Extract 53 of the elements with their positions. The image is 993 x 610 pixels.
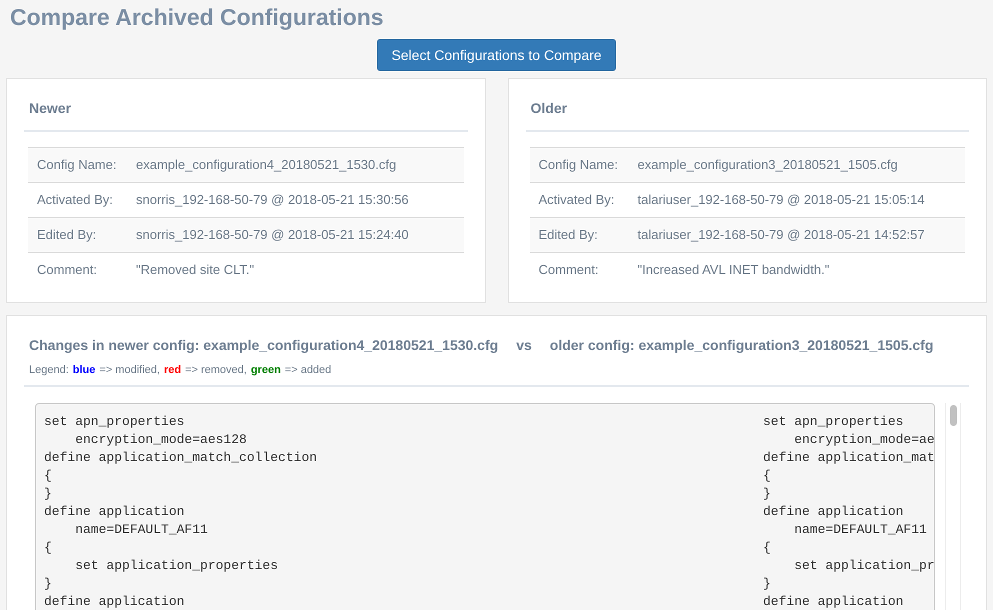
info-label: Comment:	[36, 261, 98, 280]
info-value: snorris_192-168-50-79 @ 2018-05-21 15:30:56	[136, 191, 409, 210]
code-line: }	[44, 576, 52, 591]
info-value: "Removed site CLT."	[136, 261, 254, 280]
code-line: define application_match_collection	[44, 450, 318, 465]
info-label: Edited By:	[538, 226, 599, 244]
info-value: "Increased AVL INET bandwidth."	[638, 261, 830, 280]
code-line: set application_properties	[74, 558, 278, 573]
versus-text: vs	[516, 336, 532, 354]
code-line: name=DEFAULT_AF11	[74, 522, 208, 537]
info-value: talariuser_192-168-50-79 @ 2018-05-21 14:52:57	[638, 226, 925, 244]
code-line: encryption_mode=aes128	[74, 432, 247, 447]
code-line: {	[44, 468, 52, 483]
legend-label: Legend:	[29, 363, 69, 377]
info-label: Activated By:	[36, 191, 114, 210]
legend-color-word: blue	[72, 363, 96, 377]
scrollbar-thumb[interactable]	[950, 405, 956, 426]
legend-color-word: green	[250, 363, 281, 377]
info-label: Edited By:	[36, 226, 98, 244]
code-line: {	[44, 540, 52, 555]
info-value: talariuser_192-168-50-79 @ 2018-05-21 15:05:14	[638, 191, 925, 210]
code-line: define application	[44, 594, 184, 609]
code-line: set apn_properties	[763, 414, 904, 429]
panel-heading: Older	[530, 99, 568, 118]
legend-color-word: red	[164, 363, 182, 377]
info-value: example_configuration4_20180521_1530.cfg	[136, 156, 396, 174]
code-line: encryption_mode=ae	[793, 432, 935, 447]
code-line: define application_mat	[763, 450, 935, 465]
code-line: {	[763, 468, 771, 483]
panel-heading: Newer	[29, 99, 72, 118]
info-label: Comment:	[538, 261, 600, 280]
code-line: }	[763, 576, 771, 591]
code-line: set apn_properties	[44, 414, 184, 429]
code-line: define application	[44, 504, 184, 519]
code-line: }	[763, 486, 771, 501]
info-value: snorris_192-168-50-79 @ 2018-05-21 15:24:40	[136, 226, 409, 244]
legend-meaning: => modified,	[99, 363, 160, 377]
code-line: }	[44, 486, 52, 501]
info-value: example_configuration3_20180521_1505.cfg	[638, 156, 898, 174]
code-line: define application	[763, 504, 904, 519]
code-line: name=DEFAULT_AF11	[793, 522, 927, 537]
select-configurations-button[interactable]: Select Configurations to Compare	[377, 39, 616, 71]
legend-meaning: => removed,	[185, 363, 247, 377]
newer-config-heading: Changes in newer config: example_configuration4_20180521_1530.cfg	[29, 336, 498, 354]
info-label: Config Name:	[36, 156, 118, 174]
info-label: Activated By:	[538, 191, 616, 210]
code-line: define application	[763, 594, 904, 609]
info-label: Config Name:	[538, 156, 619, 174]
legend-meaning: => added	[284, 363, 332, 377]
older-config-heading: older config: example_configuration3_20180521_1505.cfg	[550, 336, 934, 354]
page-title: Compare Archived Configurations	[9, 3, 384, 30]
code-line: set application_pr	[793, 558, 935, 573]
code-line: {	[763, 540, 771, 555]
